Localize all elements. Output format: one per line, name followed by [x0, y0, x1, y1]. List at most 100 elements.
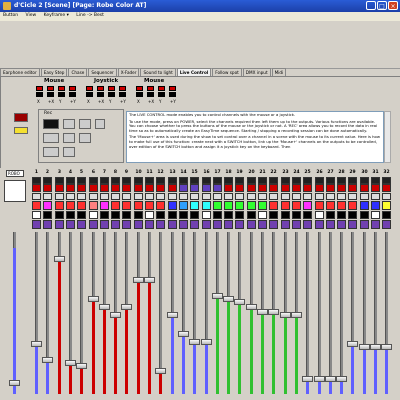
fader-knob[interactable]: [133, 277, 144, 283]
axis-toggle[interactable]: [47, 86, 54, 91]
fader-knob[interactable]: [381, 344, 392, 350]
channel-header[interactable]: 2: [42, 170, 53, 230]
channel-header[interactable]: 27: [325, 170, 336, 230]
channel-fader[interactable]: [201, 232, 212, 396]
fader-knob[interactable]: [246, 304, 257, 310]
axis-toggle[interactable]: [36, 92, 43, 97]
axis-toggle[interactable]: [169, 86, 176, 91]
channel-header[interactable]: 20: [246, 170, 257, 230]
channel-fader[interactable]: [167, 232, 178, 396]
axis-toggle[interactable]: [69, 86, 76, 91]
fader-knob[interactable]: [178, 331, 189, 337]
channel-header[interactable]: 8: [110, 170, 121, 230]
fader-knob[interactable]: [54, 256, 65, 262]
channel-header[interactable]: 14: [178, 170, 189, 230]
fader-knob[interactable]: [212, 293, 223, 299]
fader-knob[interactable]: [65, 360, 76, 366]
channel-fader[interactable]: [155, 232, 166, 396]
channel-fader[interactable]: [223, 232, 234, 396]
record-indicator[interactable]: [14, 113, 28, 122]
fader-knob[interactable]: [167, 312, 178, 318]
channel-fader[interactable]: [347, 232, 358, 396]
channel-header[interactable]: 1: [31, 170, 42, 230]
channel-fader[interactable]: [189, 232, 200, 396]
axis-toggle[interactable]: [69, 92, 76, 97]
fader-knob[interactable]: [201, 339, 212, 345]
channel-fader[interactable]: [178, 232, 189, 396]
channel-fader[interactable]: [110, 232, 121, 396]
tab-live-control[interactable]: Live Control: [176, 68, 212, 76]
axis-toggle[interactable]: [136, 92, 143, 97]
channel-fader[interactable]: [99, 232, 110, 396]
play-button[interactable]: [63, 133, 75, 143]
channel-header[interactable]: 25: [302, 170, 313, 230]
channel-header[interactable]: 12: [155, 170, 166, 230]
channel-header[interactable]: 24: [291, 170, 302, 230]
clock-button[interactable]: [63, 119, 75, 129]
fader-knob[interactable]: [189, 339, 200, 345]
tab-sound-to-light[interactable]: Sound to light: [140, 68, 176, 76]
channel-fader[interactable]: [76, 232, 87, 396]
stop-button[interactable]: [79, 133, 91, 143]
tab-midi[interactable]: Midi: [271, 68, 287, 76]
fader-knob[interactable]: [268, 309, 279, 315]
channel-fader[interactable]: [65, 232, 76, 396]
channel-header[interactable]: 6: [88, 170, 99, 230]
channel-header[interactable]: 28: [336, 170, 347, 230]
channel-header[interactable]: 22: [268, 170, 279, 230]
fader-knob[interactable]: [291, 312, 302, 318]
step-button[interactable]: [79, 119, 91, 129]
fader-knob[interactable]: [9, 380, 20, 386]
tab-easy-step[interactable]: Easy Step: [40, 68, 68, 76]
axis-toggle[interactable]: [136, 86, 143, 91]
maximize-button[interactable]: □: [377, 1, 387, 10]
axis-toggle[interactable]: [119, 86, 126, 91]
channel-fader[interactable]: [359, 232, 370, 396]
channel-fader[interactable]: [370, 232, 381, 396]
channel-fader[interactable]: [144, 232, 155, 396]
fader-knob[interactable]: [121, 304, 132, 310]
tab-x-fader[interactable]: X-Fader: [117, 68, 140, 76]
channel-header[interactable]: 16: [201, 170, 212, 230]
axis-toggle[interactable]: [119, 92, 126, 97]
axis-toggle[interactable]: [147, 86, 154, 91]
channel-header[interactable]: 17: [212, 170, 223, 230]
axis-toggle[interactable]: [97, 86, 104, 91]
help-scrollbar[interactable]: [384, 111, 391, 163]
fader-knob[interactable]: [99, 304, 110, 310]
channel-header[interactable]: 29: [347, 170, 358, 230]
axis-toggle[interactable]: [36, 86, 43, 91]
fader-knob[interactable]: [257, 309, 268, 315]
channel-fader[interactable]: [31, 232, 42, 396]
channel-fader[interactable]: [314, 232, 325, 396]
channel-fader[interactable]: [336, 232, 347, 396]
channel-fader[interactable]: [291, 232, 302, 396]
fader-knob[interactable]: [144, 277, 155, 283]
menu-keyframe[interactable]: Keyframe ▾: [41, 12, 72, 19]
channel-header[interactable]: 4: [65, 170, 76, 230]
channel-fader[interactable]: [268, 232, 279, 396]
menu-view[interactable]: View: [23, 12, 40, 19]
power-button[interactable]: [43, 147, 59, 157]
tab-dmx-input[interactable]: DMX input: [242, 68, 271, 76]
channel-header[interactable]: 3: [54, 170, 65, 230]
tab-sequencer[interactable]: Sequencer: [88, 68, 117, 76]
axis-toggle[interactable]: [58, 92, 65, 97]
axis-toggle[interactable]: [158, 92, 165, 97]
channel-header[interactable]: 30: [359, 170, 370, 230]
fader-knob[interactable]: [110, 312, 121, 318]
channel-header[interactable]: 19: [234, 170, 245, 230]
axis-toggle[interactable]: [86, 92, 93, 97]
grand-master-fader[interactable]: [9, 232, 20, 396]
tab-earphone-editor[interactable]: Earphone editor: [0, 68, 40, 76]
channel-fader[interactable]: [54, 232, 65, 396]
menu-line-best[interactable]: Line -> Best: [73, 12, 107, 19]
channel-header[interactable]: 26: [314, 170, 325, 230]
channel-fader[interactable]: [42, 232, 53, 396]
channel-fader[interactable]: [88, 232, 99, 396]
channel-fader[interactable]: [325, 232, 336, 396]
fader-knob[interactable]: [280, 312, 291, 318]
fader-knob[interactable]: [325, 376, 336, 382]
axis-toggle[interactable]: [86, 86, 93, 91]
channel-fader[interactable]: [381, 232, 392, 396]
